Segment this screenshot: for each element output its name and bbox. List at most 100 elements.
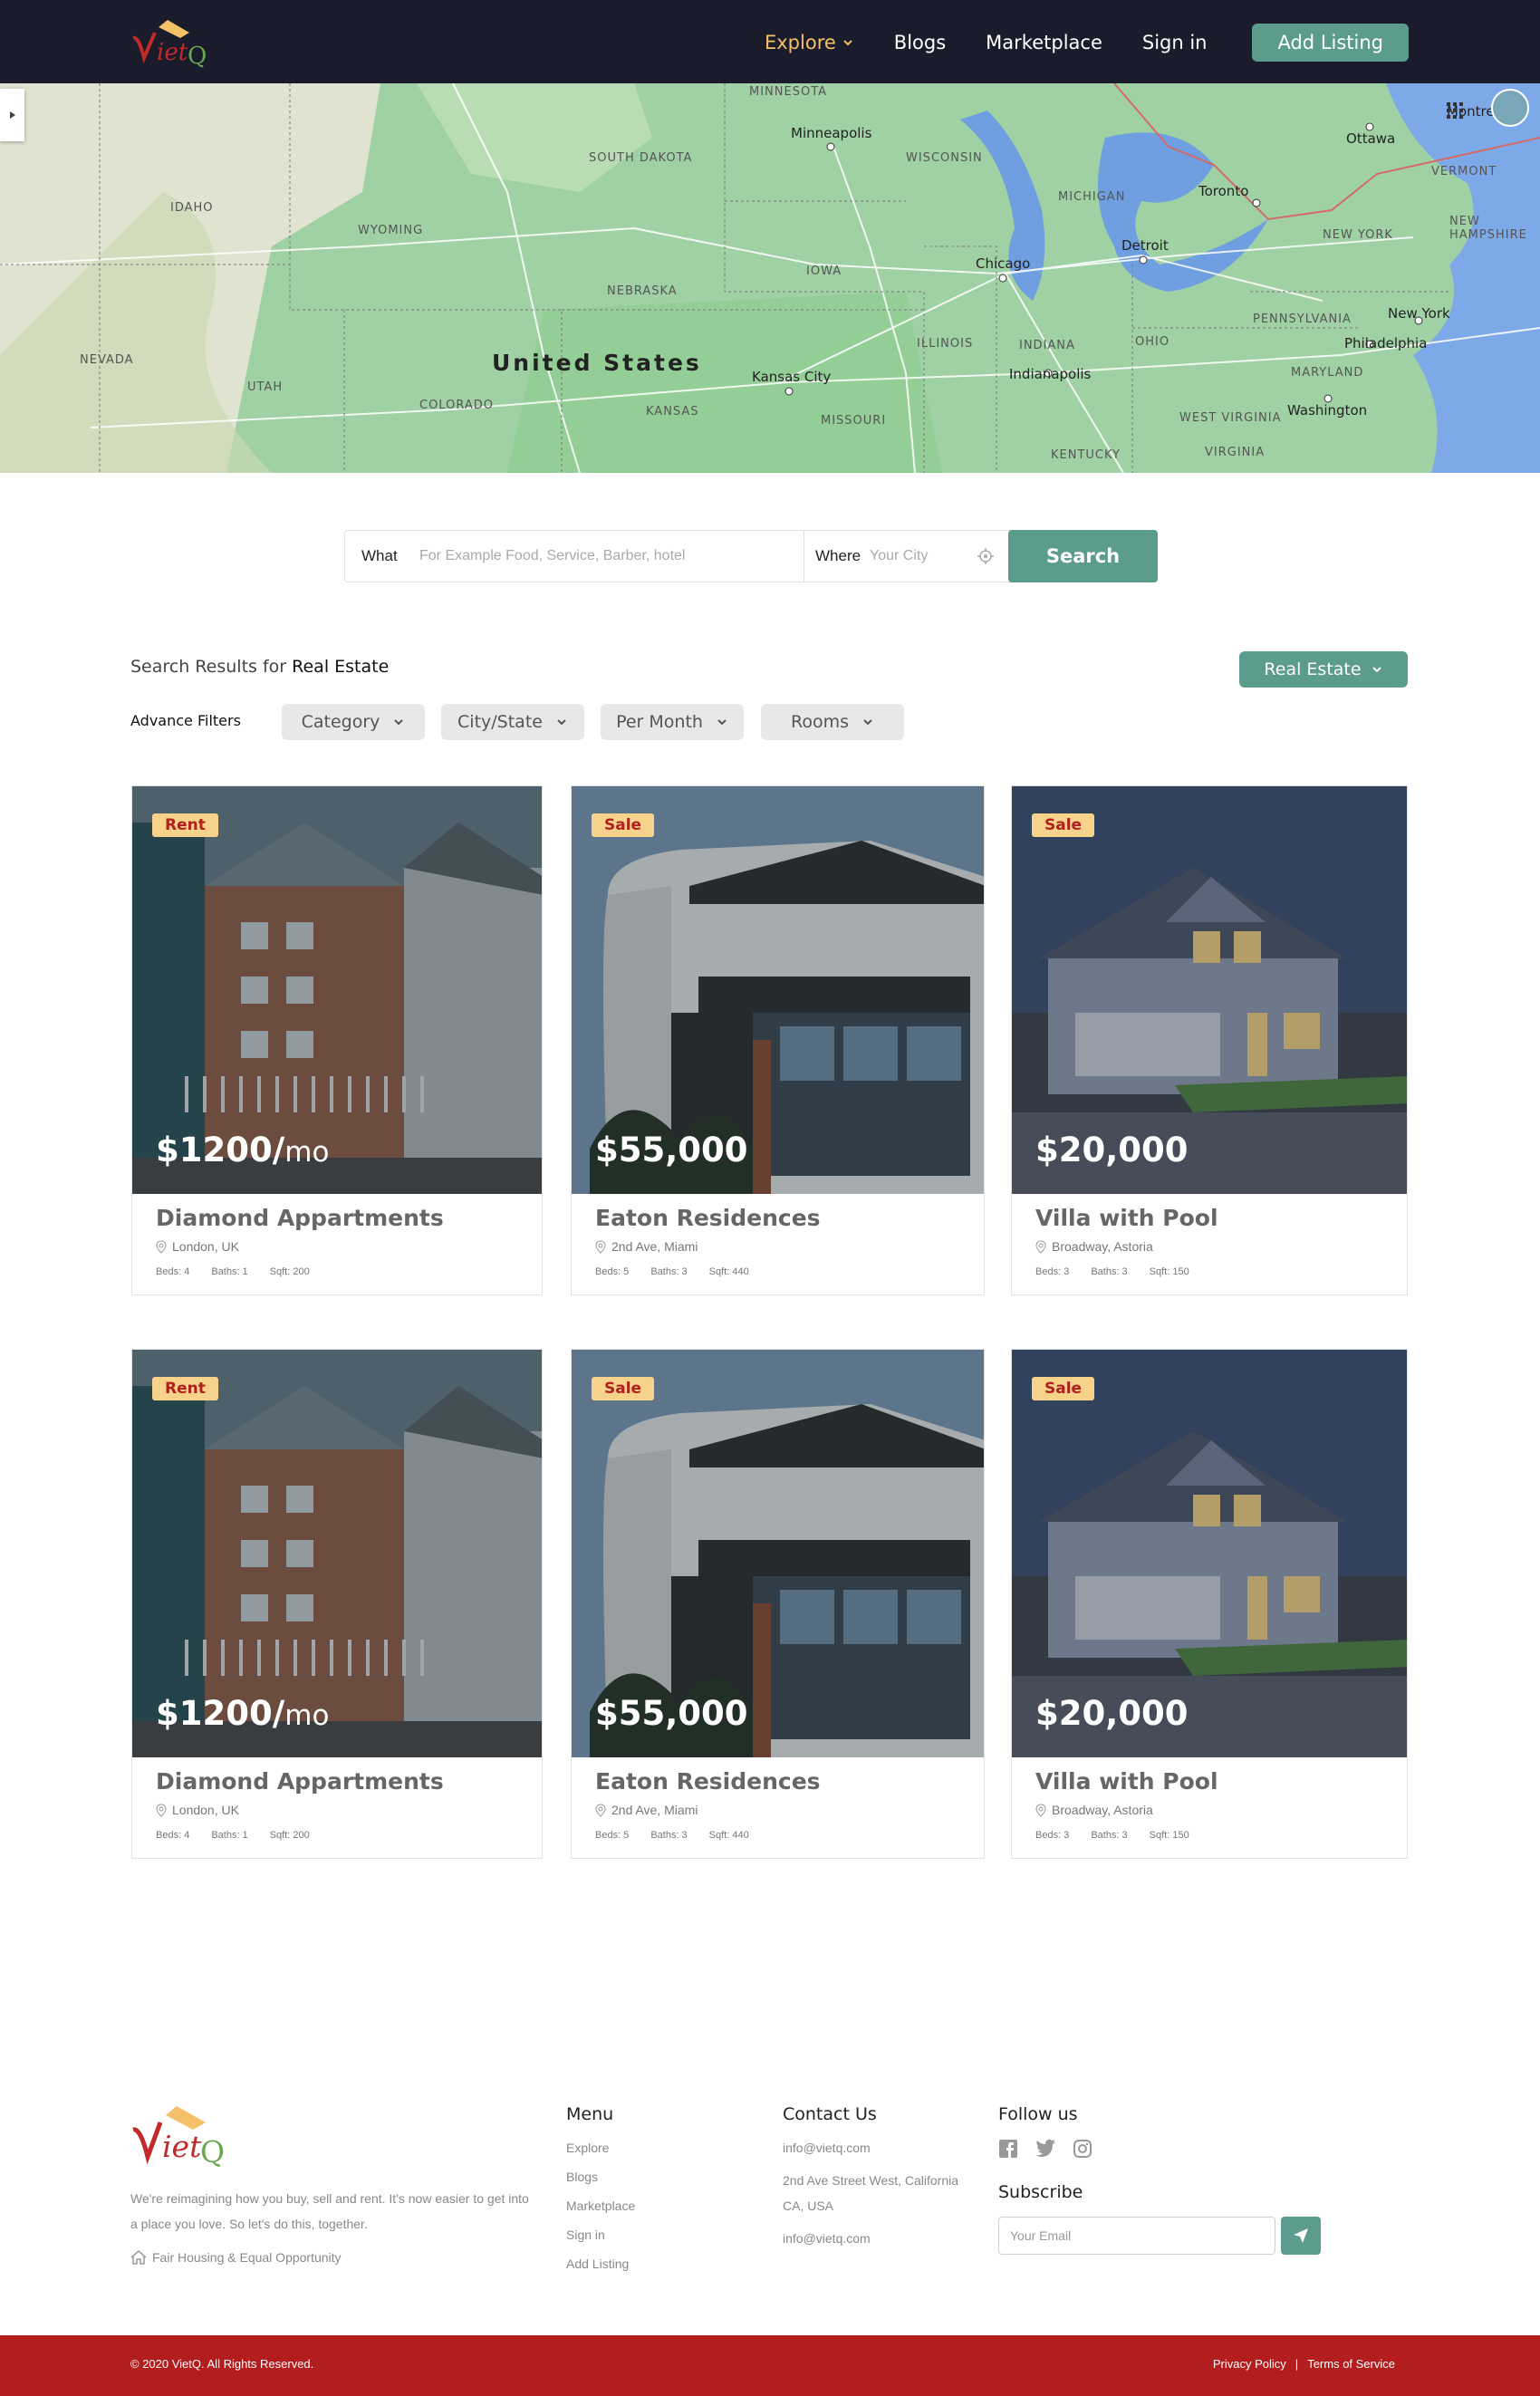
map-view[interactable]: MINNESOTA SOUTH DAKOTA WISCONSIN MICHIGA…: [0, 83, 1540, 473]
search-button[interactable]: Search: [1008, 530, 1158, 582]
contact-email[interactable]: info@vietq.com: [783, 2139, 964, 2157]
footer-bottom-bar: © 2020 VietQ. All Rights Reserved. Priva…: [0, 2335, 1540, 2396]
contact-email-secondary[interactable]: info@vietq.com: [783, 2229, 964, 2247]
listing-price-value: $1200/: [156, 1131, 285, 1169]
facebook-icon[interactable]: [998, 2139, 1018, 2159]
map-pin-icon: [156, 1803, 167, 1817]
filter-per-month[interactable]: Per Month: [601, 704, 744, 740]
listing-meta: Beds: 5 Baths: 3 Sqft: 440: [595, 1266, 749, 1277]
instagram-icon[interactable]: [1073, 2139, 1092, 2159]
nav-signin[interactable]: Sign in: [1142, 32, 1208, 53]
footer-logo[interactable]: iet Q: [130, 2099, 229, 2171]
footer-link-blogs[interactable]: Blogs: [566, 2168, 635, 2186]
privacy-policy-link[interactable]: Privacy Policy: [1213, 2357, 1286, 2371]
map-label-state: VERMONT: [1431, 165, 1497, 178]
map-label-state: NEBRASKA: [607, 284, 678, 298]
map-label-state: WEST VIRGINIA: [1179, 411, 1282, 425]
what-input[interactable]: [410, 531, 804, 582]
listing-card[interactable]: Sale $55,000 Eaton Residences 2nd Ave, M…: [571, 1349, 985, 1859]
locate-button[interactable]: [971, 531, 1000, 582]
footer-link-add-listing[interactable]: Add Listing: [566, 2255, 635, 2273]
footer-description: We're reimagining how you buy, sell and …: [130, 2191, 529, 2231]
map-label-state: KENTUCKY: [1051, 448, 1121, 462]
apps-grid-icon[interactable]: [1446, 101, 1464, 120]
where-input[interactable]: [870, 531, 971, 582]
map-panel-toggle[interactable]: [0, 89, 24, 141]
map-label-state: PENNSYLVANIA: [1253, 313, 1352, 326]
brand-logo[interactable]: iet Q: [130, 14, 211, 71]
footer-menu-title: Menu: [566, 2104, 614, 2124]
map-label-state: INDIANA: [1019, 339, 1075, 352]
listing-location-text: 2nd Ave, Miami: [611, 1803, 698, 1817]
listing-location: 2nd Ave, Miami: [595, 1803, 698, 1817]
listing-name: Villa with Pool: [1035, 1205, 1218, 1231]
listing-card[interactable]: Rent $1200/mo Diamond Appartments London…: [131, 785, 543, 1295]
svg-text:iet: iet: [157, 39, 188, 66]
map-city: Washington: [1287, 402, 1368, 419]
avatar[interactable]: [1491, 89, 1529, 127]
nav-blogs[interactable]: Blogs: [894, 32, 946, 53]
nav-marketplace[interactable]: Marketplace: [986, 32, 1102, 53]
category-dropdown-button[interactable]: Real Estate: [1239, 651, 1408, 688]
listing-sqft: Sqft: 440: [708, 1830, 749, 1841]
twitter-icon[interactable]: [1035, 2139, 1056, 2159]
caret-right-icon: [9, 111, 15, 119]
nav-explore-label: Explore: [764, 32, 836, 53]
nav-explore[interactable]: Explore: [765, 32, 854, 53]
legal-links: Privacy Policy | Terms of Service: [1213, 2357, 1395, 2371]
map-city: Philadelphia: [1344, 335, 1428, 351]
filter-category[interactable]: Category: [282, 704, 425, 740]
chevron-down-icon: [394, 719, 404, 726]
listing-tag: Rent: [152, 1377, 218, 1400]
subscribe-email-input[interactable]: [998, 2217, 1275, 2255]
listing-baths: Baths: 3: [650, 1266, 688, 1277]
listing-card[interactable]: Sale $20,000 Villa with Pool Broadway, A…: [1011, 785, 1408, 1295]
map-label-state: IDAHO: [170, 201, 214, 215]
listing-beds: Beds: 4: [156, 1830, 190, 1841]
map-label-state: IOWA: [806, 265, 842, 278]
listing-location: Broadway, Astoria: [1035, 1239, 1153, 1254]
fair-housing: Fair Housing & Equal Opportunity: [130, 2250, 342, 2265]
listing-location: London, UK: [156, 1239, 239, 1254]
listing-sqft: Sqft: 150: [1149, 1266, 1189, 1277]
footer-follow-title: Follow us: [998, 2104, 1078, 2124]
chevron-down-icon: [1372, 667, 1381, 673]
listing-meta: Beds: 4 Baths: 1 Sqft: 200: [156, 1830, 310, 1841]
map-country-label: United States: [492, 350, 702, 376]
listing-name: Eaton Residences: [595, 1205, 821, 1231]
map-city: Toronto: [1198, 183, 1249, 199]
listing-beds: Beds: 3: [1035, 1266, 1070, 1277]
listing-name: Eaton Residences: [595, 1768, 821, 1795]
listing-baths: Baths: 3: [1091, 1266, 1128, 1277]
map-label-state: SOUTH DAKOTA: [589, 151, 693, 165]
send-icon: [1294, 2228, 1308, 2243]
terms-of-service-link[interactable]: Terms of Service: [1307, 2357, 1395, 2371]
listing-sqft: Sqft: 200: [269, 1830, 310, 1841]
map-city: Minneapolis: [791, 125, 872, 141]
filter-label: Category: [301, 712, 380, 732]
listing-price: $1200/mo: [156, 1131, 329, 1169]
listing-tag: Sale: [592, 1377, 655, 1400]
filter-city-state[interactable]: City/State: [441, 704, 584, 740]
filter-rooms[interactable]: Rooms: [761, 704, 904, 740]
listing-beds: Beds: 3: [1035, 1830, 1070, 1841]
subscribe-button[interactable]: [1281, 2217, 1321, 2255]
listing-price: $55,000: [595, 1131, 748, 1169]
listing-tag: Rent: [152, 813, 218, 837]
listing-location-text: London, UK: [172, 1239, 239, 1254]
listing-card[interactable]: Sale $55,000 Eaton Residences 2nd Ave, M…: [571, 785, 985, 1295]
footer-link-explore[interactable]: Explore: [566, 2139, 635, 2157]
what-label: What: [361, 547, 398, 564]
listing-tag: Sale: [1032, 1377, 1095, 1400]
listing-card[interactable]: Rent $1200/mo Diamond Appartments London…: [131, 1349, 543, 1859]
add-listing-button[interactable]: Add Listing: [1252, 24, 1409, 62]
footer-link-marketplace[interactable]: Marketplace: [566, 2197, 635, 2215]
listing-sqft: Sqft: 440: [708, 1266, 749, 1277]
listing-sqft: Sqft: 150: [1149, 1830, 1189, 1841]
footer-link-signin[interactable]: Sign in: [566, 2226, 635, 2244]
map-label-state: MINNESOTA: [749, 85, 828, 99]
listing-name: Villa with Pool: [1035, 1768, 1218, 1795]
map-label-state: NEW YORK: [1323, 228, 1393, 242]
footer-follow: Follow us Subscribe: [998, 2104, 1324, 2255]
listing-card[interactable]: Sale $20,000 Villa with Pool Broadway, A…: [1011, 1349, 1408, 1859]
